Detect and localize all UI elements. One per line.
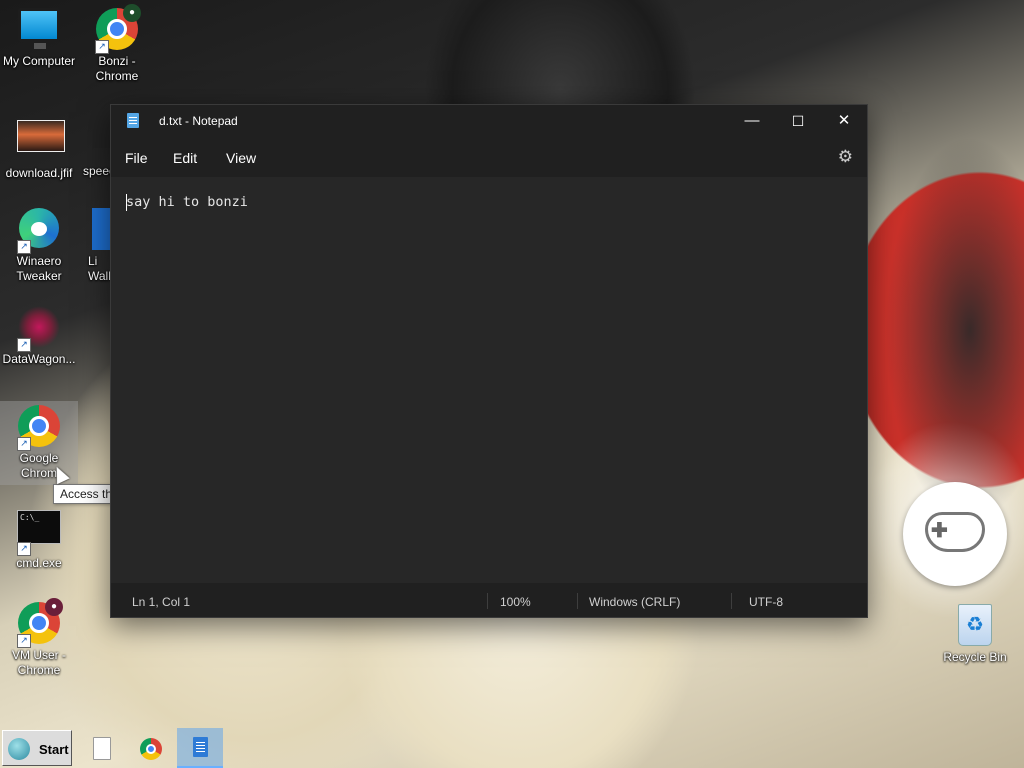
maximize-button[interactable]: ☐ [775, 105, 821, 137]
desktop-icon-label: VM User - Chrome [12, 648, 66, 677]
desktop-icon-datawagon[interactable]: ↗ DataWagon... [0, 302, 78, 367]
status-divider [731, 593, 732, 609]
text-editor[interactable]: say hi to bonzi [111, 177, 867, 583]
desktop-icon-label: Li Wall [88, 254, 110, 283]
title-bar[interactable]: d.txt - Notepad — ☐ ✕ [111, 105, 867, 137]
menu-edit[interactable]: Edit [173, 150, 197, 166]
desktop-icon-label: Recycle Bin [943, 650, 1007, 664]
recycle-bin-icon: ♻ [953, 604, 997, 648]
start-button[interactable]: Start [2, 730, 72, 766]
chrome-icon: ● ↗ [95, 4, 141, 54]
image-file-icon [17, 120, 65, 164]
terminal-icon: C:\_ ↗ [17, 510, 61, 556]
taskbar: Start [0, 728, 1024, 768]
desktop-icon-winaero-tweaker[interactable]: ↗ Winaero Tweaker [0, 204, 78, 284]
settings-gear-icon[interactable]: ⚙ [838, 147, 853, 167]
status-divider [577, 593, 578, 609]
status-divider [487, 593, 488, 609]
image-file-icon [92, 118, 110, 162]
taskbar-file-explorer[interactable] [78, 728, 124, 768]
taskbar-notepad[interactable] [177, 728, 223, 768]
shortcut-arrow-icon: ↗ [17, 240, 31, 254]
profile-icon: ● [123, 4, 141, 22]
taskbar-chrome[interactable] [128, 728, 174, 768]
line-ending: Windows (CRLF) [589, 595, 681, 609]
close-button[interactable]: ✕ [821, 105, 867, 137]
monitor-icon [17, 8, 61, 52]
shortcut-arrow-icon: ↗ [95, 40, 109, 54]
chrome-icon: ↗ [17, 405, 61, 451]
editor-content: say hi to bonzi [126, 194, 248, 210]
start-label: Start [39, 742, 69, 757]
desktop-icon-live-wallpaper[interactable]: Li Wall [78, 204, 110, 284]
text-caret [126, 194, 127, 211]
file-icon [93, 737, 111, 760]
desktop-icon-vm-user-chrome[interactable]: ● ↗ VM User - Chrome [0, 598, 78, 678]
zoom-level: 100% [500, 595, 531, 609]
notepad-icon [127, 113, 139, 128]
shortcut-arrow-icon: ↗ [17, 634, 31, 648]
wallpaper-app-icon [92, 208, 110, 252]
minimize-button[interactable]: — [729, 105, 775, 137]
desktop-icon-label: Bonzi - Chrome [95, 54, 139, 83]
encoding: UTF-8 [749, 595, 783, 609]
menu-view[interactable]: View [226, 150, 256, 166]
game-controller-button[interactable]: ✚ [903, 482, 1007, 586]
desktop-icon-label: cmd.exe [16, 556, 62, 570]
desktop-icon-recycle-bin[interactable]: ♻ Recycle Bin [936, 600, 1014, 665]
chrome-icon [140, 738, 162, 760]
start-orb-icon [8, 738, 30, 760]
desktop-icon-bonzi-chrome[interactable]: ● ↗ Bonzi - Chrome [78, 4, 156, 84]
profile-icon: ● [45, 598, 63, 616]
desktop-icon-cmd[interactable]: C:\_ ↗ cmd.exe [0, 504, 78, 571]
chrome-icon: ● ↗ [17, 598, 63, 648]
desktop-icon-download[interactable]: download.jfif [0, 110, 78, 181]
desktop-icon-speech[interactable]: speec [78, 110, 110, 179]
menu-bar: File Edit View ⚙ [111, 137, 867, 177]
cursor-position: Ln 1, Col 1 [132, 595, 191, 609]
datawagon-icon: ↗ [17, 306, 61, 352]
shortcut-arrow-icon: ↗ [17, 542, 31, 556]
desktop-icon-label: My Computer [2, 54, 76, 68]
notepad-icon [193, 737, 208, 757]
desktop-icon-my-computer[interactable]: My Computer [0, 4, 78, 69]
desktop-icon-label: DataWagon... [2, 352, 76, 366]
shortcut-arrow-icon: ↗ [17, 437, 31, 451]
desktop-icon-label: download.jfif [5, 166, 73, 180]
desktop-icon-label: speec [83, 164, 110, 178]
window-title: d.txt - Notepad [159, 114, 238, 128]
status-bar: Ln 1, Col 1 100% Windows (CRLF) UTF-8 [111, 585, 867, 617]
shortcut-arrow-icon: ↗ [17, 338, 31, 352]
desktop-icon-label: Winaero Tweaker [16, 254, 62, 283]
menu-file[interactable]: File [125, 150, 148, 166]
notepad-window[interactable]: d.txt - Notepad — ☐ ✕ File Edit View ⚙ s… [110, 104, 868, 618]
plus-icon: ✚ [931, 520, 948, 542]
winaero-icon: ↗ [17, 208, 61, 254]
